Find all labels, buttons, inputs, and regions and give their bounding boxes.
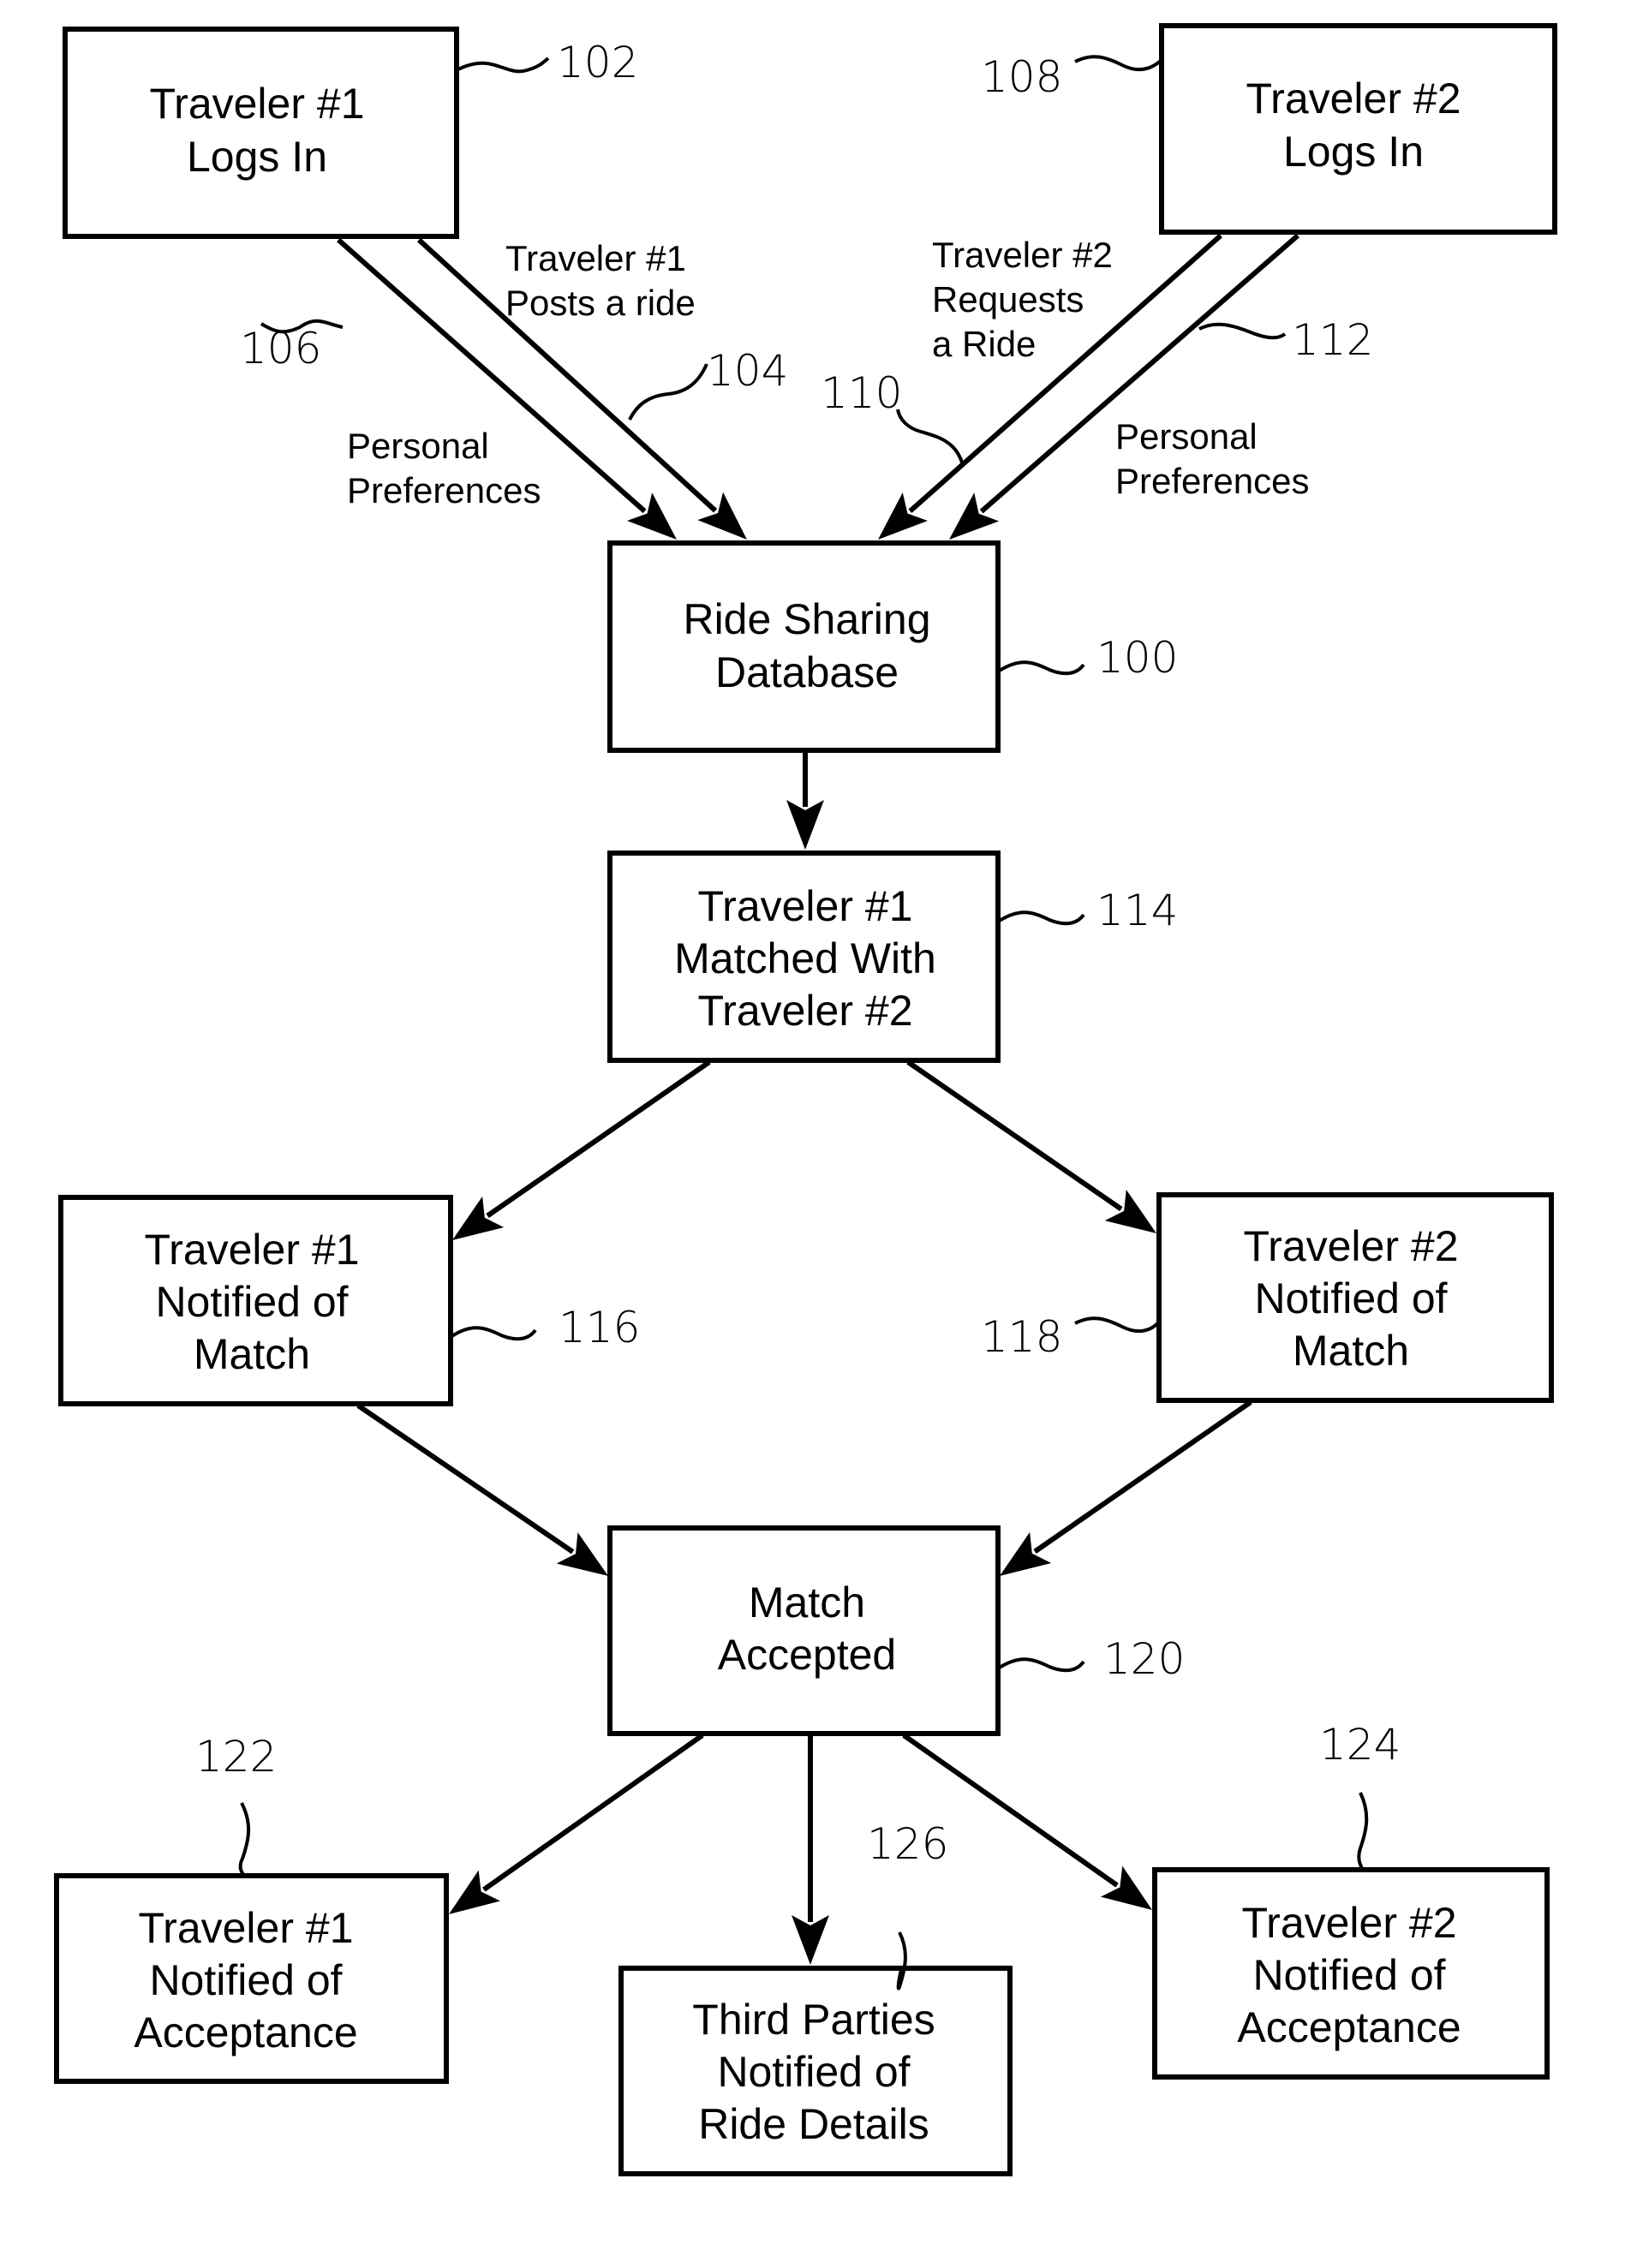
leader-120-squiggle	[996, 1657, 1085, 1673]
ref-114: 114	[1096, 886, 1178, 935]
ref-102: 102	[557, 38, 638, 87]
ref-104: 104	[707, 346, 788, 396]
edge-118-120-arrowhead	[1000, 1531, 1052, 1576]
node-102: Traveler #1 Logs In	[63, 27, 459, 239]
leader-118-squiggle	[1074, 1316, 1161, 1334]
node-100-line-2: Database	[715, 648, 899, 696]
node-124-line-3: Acceptance	[1237, 2003, 1461, 2051]
node-122-line-2: Notified of	[149, 1956, 342, 2004]
leader-114-squiggle	[996, 910, 1085, 926]
edge-120-124-arrowhead	[1100, 1865, 1152, 1910]
edge-114-116-arrowhead	[452, 1196, 505, 1240]
edge-label-requests-ride-2: Requests	[932, 279, 1084, 319]
node-114: Traveler #1 Matched With Traveler #2	[607, 850, 1001, 1063]
node-108: Traveler #2 Logs In	[1159, 23, 1557, 235]
ref-110: 110	[821, 368, 902, 418]
node-108-line-1: Traveler #2	[1246, 75, 1461, 122]
node-124-line-1: Traveler #2	[1241, 1899, 1456, 1947]
leader-124-squiggle	[1357, 1792, 1369, 1871]
node-122-line-1: Traveler #1	[138, 1904, 353, 1952]
node-120: Match Accepted	[607, 1525, 1001, 1736]
edge-114-118-arrowhead	[1104, 1189, 1156, 1233]
node-100: Ride Sharing Database	[607, 540, 1001, 753]
edge-label-prefs-2-line-1: Personal	[1115, 416, 1258, 457]
node-126: Third Parties Notified of Ride Details	[618, 1966, 1013, 2176]
leader-102-squiggle	[456, 57, 550, 74]
leader-104-squiggle	[628, 363, 708, 421]
ref-126: 126	[867, 1819, 948, 1869]
node-116-line-1: Traveler #1	[144, 1226, 359, 1274]
edge-label-posts-ride-2: Posts a ride	[505, 283, 696, 323]
leader-108-squiggle	[1074, 55, 1163, 72]
node-118: Traveler #2 Notified of Match	[1156, 1192, 1554, 1403]
node-124-line-2: Notified of	[1252, 1951, 1445, 1999]
edge-label-prefs-2-line-2: Preferences	[1115, 461, 1309, 501]
node-114-line-2: Matched With	[674, 934, 936, 982]
node-116: Traveler #1 Notified of Match	[58, 1195, 453, 1406]
ref-112: 112	[1292, 315, 1373, 365]
node-108-line-2: Logs In	[1283, 128, 1424, 176]
node-126-line-3: Ride Details	[698, 2100, 929, 2148]
ref-124: 124	[1319, 1720, 1401, 1770]
node-120-line-1: Match	[749, 1579, 865, 1626]
ref-108: 108	[981, 52, 1062, 102]
edge-116-120-arrowhead	[556, 1532, 608, 1576]
node-102-line-2: Logs In	[187, 133, 327, 181]
edge-label-requests-ride-3: a Ride	[932, 324, 1036, 364]
node-122-line-3: Acceptance	[134, 2008, 357, 2056]
leader-122-squiggle	[238, 1802, 251, 1877]
node-126-line-2: Notified of	[717, 2048, 910, 2096]
node-118-line-3: Match	[1293, 1327, 1409, 1375]
edge-label-posts-ride-1: Traveler #1	[505, 238, 686, 278]
flowchart: Traveler #1 Logs In Traveler #2 Logs In …	[54, 23, 1557, 2176]
leader-100-squiggle	[996, 660, 1085, 676]
ref-100: 100	[1096, 633, 1178, 683]
leader-112-squiggle	[1198, 322, 1287, 340]
box-100	[607, 540, 1001, 753]
node-100-line-1: Ride Sharing	[683, 595, 930, 643]
edge-label-prefs-1-line-2: Preferences	[347, 470, 541, 510]
node-118-line-1: Traveler #2	[1243, 1222, 1458, 1270]
edge-114-118-line	[906, 1059, 1123, 1212]
node-116-line-3: Match	[194, 1330, 310, 1378]
node-118-line-2: Notified of	[1254, 1274, 1447, 1322]
node-114-line-1: Traveler #1	[697, 882, 912, 930]
ref-122: 122	[195, 1732, 277, 1782]
edge-label-prefs-1-line-1: Personal	[347, 426, 489, 466]
node-122: Traveler #1 Notified of Acceptance	[54, 1873, 449, 2084]
leader-116-squiggle	[449, 1326, 537, 1341]
node-116-line-2: Notified of	[155, 1278, 348, 1326]
leader-110-squiggle	[896, 409, 964, 463]
edge-120-122-arrowhead	[449, 1870, 501, 1914]
edge-120-126-arrowhead	[792, 1915, 829, 1965]
edge-100-114-arrowhead	[786, 800, 824, 850]
node-120-line-2: Accepted	[718, 1631, 896, 1679]
edge-118-120-line	[1033, 1400, 1252, 1554]
edge-120-122-line	[482, 1733, 704, 1892]
edge-114-116-line	[486, 1059, 711, 1218]
edge-label-requests-ride-1: Traveler #2	[932, 235, 1113, 275]
ref-120: 120	[1103, 1634, 1185, 1684]
ref-116: 116	[559, 1303, 640, 1352]
ref-118: 118	[981, 1312, 1062, 1362]
edge-116-120-line	[356, 1403, 575, 1555]
node-124: Traveler #2 Notified of Acceptance	[1152, 1867, 1550, 2080]
node-126-line-1: Third Parties	[692, 1996, 935, 2044]
node-114-line-3: Traveler #2	[697, 987, 912, 1035]
node-102-line-1: Traveler #1	[149, 80, 364, 128]
